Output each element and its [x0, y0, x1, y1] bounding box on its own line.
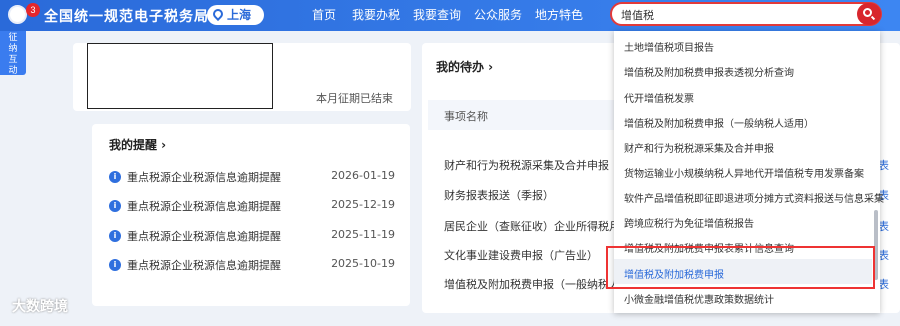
suggestion-item[interactable]: 跨境应税行为免征增值税报告	[624, 215, 754, 230]
todo-item[interactable]: 财产和行为税税源采集及合并申报	[444, 157, 614, 173]
todo-item[interactable]: 居民企业（查账征收）企业所得税月	[444, 218, 614, 234]
reminder-row[interactable]: i 重点税源企业税源信息逾期提醒 2025-10-19	[109, 256, 399, 276]
nav-tax-handling[interactable]: 我要办税	[352, 6, 400, 23]
city-selector[interactable]: 上海	[207, 5, 264, 25]
search-input[interactable]: 增值税	[621, 7, 654, 23]
site-title: 全国统一规范电子税务局	[44, 9, 209, 25]
search-button[interactable]	[857, 3, 881, 25]
suggestion-item[interactable]: 增值税及附加税费申报表透视分析查询	[624, 64, 794, 79]
nav-local-features[interactable]: 地方特色	[535, 6, 583, 23]
info-icon: i	[109, 259, 121, 271]
info-icon: i	[109, 200, 121, 212]
suggestion-item[interactable]: 增值税及附加税费申报（一般纳税人适用）	[624, 115, 814, 130]
city-label: 上海	[227, 8, 252, 22]
suggestion-item[interactable]: 软件产品增值税即征即退进项分摊方式资料报送与信息采集	[624, 190, 884, 205]
todo-title[interactable]: 我的待办 ›	[436, 58, 493, 75]
period-status: 本月征期已结束	[316, 92, 393, 105]
tax-bureau-logo[interactable]	[8, 5, 27, 24]
nav-query[interactable]: 我要查询	[413, 6, 461, 23]
nav-home[interactable]: 首页	[312, 6, 336, 23]
todo-table-header: 事项名称	[428, 100, 618, 130]
location-pin-icon	[210, 6, 226, 22]
interaction-side-tab[interactable]: 征纳互动	[0, 31, 26, 76]
reminder-row[interactable]: i 重点税源企业税源信息逾期提醒 2026-01-19	[109, 168, 399, 188]
suggestion-item[interactable]: 财产和行为税税源采集及合并申报	[624, 140, 774, 155]
info-icon: i	[109, 171, 121, 183]
suggestion-item[interactable]: 货物运输业小规模纳税人异地代开增值税专用发票备案	[624, 165, 864, 180]
todo-item[interactable]: 文化事业建设费申报（广告业）	[444, 247, 614, 263]
reminders-title[interactable]: 我的提醒 ›	[109, 136, 166, 153]
notification-badge[interactable]: 3	[26, 3, 40, 17]
todo-item[interactable]: 增值税及附加税费申报（一般纳税人	[444, 276, 614, 292]
watermark: 大数跨境	[12, 299, 68, 315]
info-icon: i	[109, 230, 121, 242]
search-box[interactable]: 增值税	[610, 2, 882, 26]
reminder-row[interactable]: i 重点税源企业税源信息逾期提醒 2025-11-19	[109, 227, 399, 247]
suggestion-item[interactable]: 土地增值税项目报告	[624, 39, 714, 54]
redacted-box	[87, 43, 273, 109]
highlight-annotation-box	[606, 246, 875, 289]
nav-public-service[interactable]: 公众服务	[474, 6, 522, 23]
todo-item[interactable]: 财务报表报送（季报）	[444, 187, 614, 203]
suggestion-item[interactable]: 代开增值税发票	[624, 90, 694, 105]
reminder-row[interactable]: i 重点税源企业税源信息逾期提醒 2025-12-19	[109, 197, 399, 217]
suggestion-item[interactable]: 小微金融增值税优惠政策数据统计	[624, 291, 774, 306]
